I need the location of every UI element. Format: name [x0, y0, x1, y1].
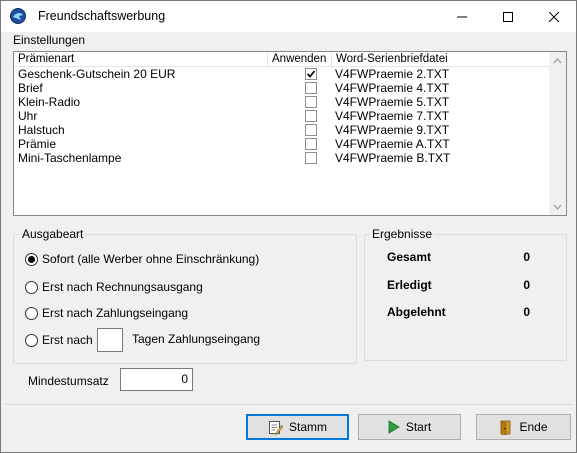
file-name-cell: V4FWPraemie A.TXT: [335, 137, 450, 151]
start-button-label: Start: [405, 420, 432, 434]
apply-checkbox[interactable]: [305, 110, 317, 122]
stamm-button-label: Stamm: [288, 420, 327, 434]
title-bar: Freundschaftswerbung: [1, 1, 576, 32]
result-rejected-label: Abgelehnt: [387, 305, 446, 319]
apply-checkbox[interactable]: [305, 138, 317, 150]
file-name-cell: V4FWPraemie B.TXT: [335, 151, 451, 165]
close-button[interactable]: [531, 1, 577, 32]
premium-list[interactable]: Prämienart Anwenden Word-Serienbriefdate…: [13, 51, 567, 216]
list-scrollbar[interactable]: [549, 52, 566, 215]
scroll-down-icon[interactable]: [549, 198, 566, 215]
premium-name-cell: Brief: [18, 81, 43, 95]
table-row[interactable]: Klein-Radio V4FWPraemie 5.TXT: [14, 95, 550, 109]
window-title: Freundschaftswerbung: [38, 9, 166, 23]
premium-name-cell: Mini-Taschenlampe: [18, 151, 122, 165]
app-window: Freundschaftswerbung Einstellungen Prämi…: [0, 0, 577, 453]
radio-label: Erst nach Rechnungsausgang: [42, 280, 203, 294]
result-done-value: 0: [523, 278, 530, 292]
scroll-up-icon[interactable]: [549, 52, 566, 69]
ende-button-label: Ende: [519, 420, 548, 434]
play-icon: [388, 420, 400, 434]
apply-checkbox[interactable]: [305, 96, 317, 108]
file-name-cell: V4FWPraemie 2.TXT: [335, 67, 450, 81]
results-group-label: Ergebnisse: [370, 227, 435, 241]
file-name-cell: V4FWPraemie 9.TXT: [335, 123, 450, 137]
exit-door-icon: [499, 420, 513, 435]
stamm-button[interactable]: Stamm: [246, 414, 349, 440]
apply-checkbox[interactable]: [305, 68, 317, 80]
divider: [4, 404, 573, 405]
table-row[interactable]: Uhr V4FWPraemie 7.TXT: [14, 109, 550, 123]
radio-icon[interactable]: [25, 306, 38, 320]
radio-label: Sofort (alle Werber ohne Einschränkung): [42, 252, 260, 266]
table-row[interactable]: Halstuch V4FWPraemie 9.TXT: [14, 123, 550, 137]
premium-name-cell: Prämie: [18, 137, 57, 151]
result-done-label: Erledigt: [387, 278, 432, 292]
table-row[interactable]: Mini-Taschenlampe V4FWPraemie B.TXT: [14, 151, 550, 165]
file-name-cell: V4FWPraemie 5.TXT: [335, 95, 450, 109]
column-header-apply[interactable]: Anwenden: [268, 52, 332, 67]
checkmark-icon: [306, 70, 316, 78]
ende-button[interactable]: Ende: [476, 414, 571, 440]
radio-option-invoice[interactable]: Erst nach Rechnungsausgang: [25, 280, 203, 294]
edit-document-icon: [268, 420, 283, 435]
apply-checkbox[interactable]: [305, 82, 317, 94]
premium-name-cell: Halstuch: [18, 123, 65, 137]
maximize-button[interactable]: [485, 1, 531, 32]
radio-icon[interactable]: [25, 333, 38, 347]
apply-checkbox[interactable]: [305, 152, 317, 164]
radio-icon[interactable]: [25, 252, 38, 266]
minimize-button[interactable]: [439, 1, 485, 32]
list-rows: Geschenk-Gutschein 20 EUR V4FWPraemie 2.T…: [14, 67, 550, 165]
output-group-label: Ausgabeart: [20, 227, 86, 241]
table-row[interactable]: Brief V4FWPraemie 4.TXT: [14, 81, 550, 95]
radio-label: Erst nach: [42, 333, 93, 347]
days-input[interactable]: [97, 328, 123, 352]
radio-label: Erst nach Zahlungseingang: [42, 306, 189, 320]
radio-option-days[interactable]: Erst nach: [25, 333, 93, 347]
settings-label: Einstellungen: [13, 33, 86, 47]
column-header-premium[interactable]: Prämienart: [14, 52, 268, 67]
days-suffix-label: Tagen Zahlungseingang: [132, 332, 261, 346]
min-revenue-label: Mindestumsatz: [28, 374, 109, 388]
radio-option-immediate[interactable]: Sofort (alle Werber ohne Einschränkung): [25, 252, 259, 266]
result-total-value: 0: [523, 250, 530, 264]
min-revenue-input[interactable]: 0: [120, 368, 193, 391]
column-header-file[interactable]: Word-Serienbriefdatei: [332, 52, 550, 67]
premium-name-cell: Uhr: [18, 109, 38, 123]
table-row[interactable]: Geschenk-Gutschein 20 EUR V4FWPraemie 2.T…: [14, 67, 550, 81]
result-total-label: Gesamt: [387, 250, 432, 264]
list-header: Prämienart Anwenden Word-Serienbriefdate…: [14, 52, 550, 67]
result-rejected-value: 0: [523, 305, 530, 319]
app-logo-icon: [10, 8, 26, 24]
file-name-cell: V4FWPraemie 7.TXT: [335, 109, 450, 123]
apply-checkbox[interactable]: [305, 124, 317, 136]
radio-icon[interactable]: [25, 280, 38, 294]
start-button[interactable]: Start: [358, 414, 461, 440]
file-name-cell: V4FWPraemie 4.TXT: [335, 81, 450, 95]
radio-option-payment[interactable]: Erst nach Zahlungseingang: [25, 306, 188, 320]
table-row[interactable]: Prämie V4FWPraemie A.TXT: [14, 137, 550, 151]
premium-name-cell: Klein-Radio: [18, 95, 81, 109]
premium-name-cell: Geschenk-Gutschein 20 EUR: [18, 67, 176, 81]
